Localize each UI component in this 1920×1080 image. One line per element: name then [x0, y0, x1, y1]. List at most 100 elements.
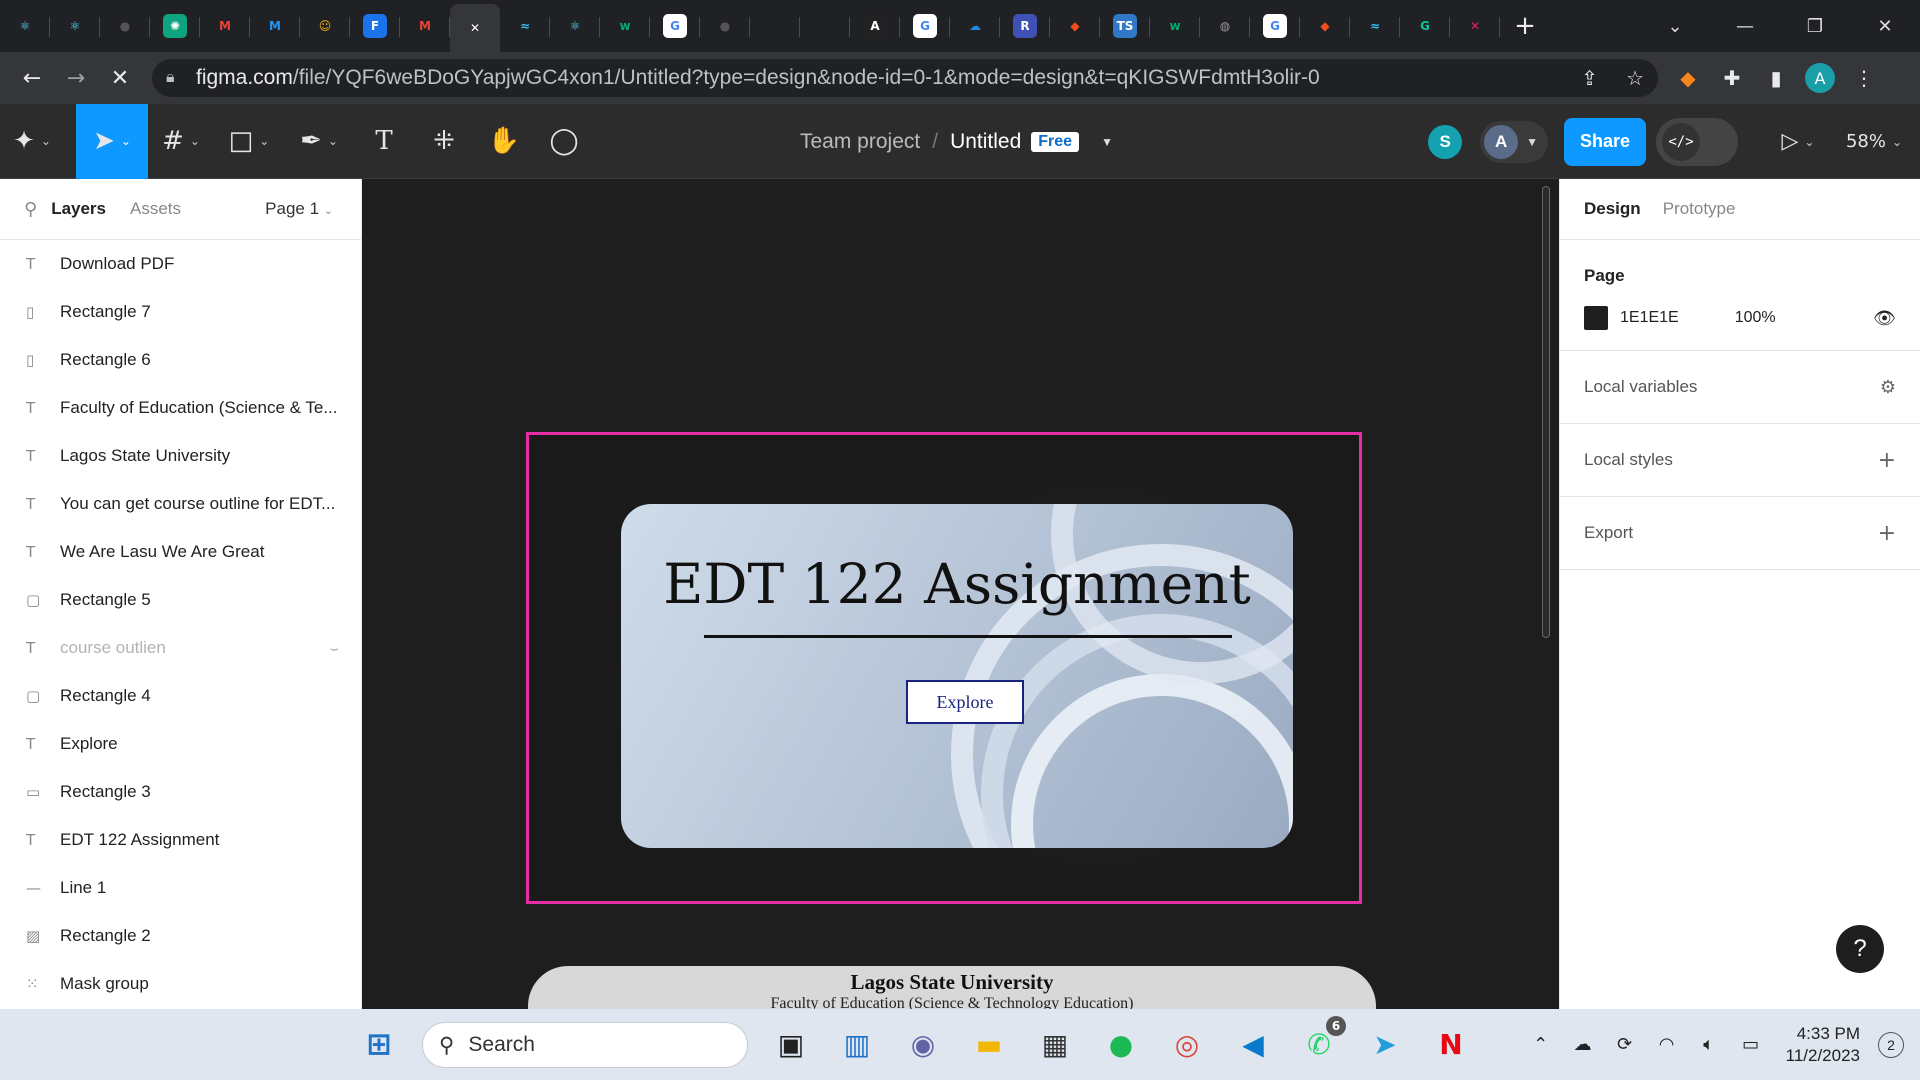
layer-row[interactable]: ▯ Rectangle 6 [0, 336, 361, 384]
back-button[interactable]: ← [12, 58, 52, 98]
browser-tab[interactable]: A [850, 5, 900, 47]
eye-icon[interactable]: 👁︎ [1873, 308, 1896, 329]
move-tool-button[interactable]: ➤ ⌄ [76, 103, 148, 179]
browser-menu-icon[interactable]: ⋮ [1842, 58, 1886, 98]
chevron-up-icon[interactable]: ⌃ [1520, 1034, 1562, 1055]
taskbar-search[interactable]: ⚲ Search [422, 1021, 748, 1068]
browser-tab[interactable]: M [400, 5, 450, 47]
file-name[interactable]: Untitled [950, 130, 1021, 154]
wifi-icon[interactable]: ◠ [1646, 1034, 1688, 1055]
tab-design[interactable]: Design [1584, 199, 1641, 219]
page-selector[interactable]: Page 1 ⌄ [265, 199, 333, 219]
title-underline[interactable] [704, 635, 1232, 638]
layer-row[interactable]: T Faculty of Education (Science & Te... [0, 384, 361, 432]
browser-tab[interactable]: F [350, 5, 400, 47]
layer-row[interactable]: ▨ Rectangle 2 [0, 912, 361, 960]
help-button[interactable]: ? [1836, 925, 1884, 973]
browser-tab[interactable]: ✺ [150, 5, 200, 47]
netflix-app-button[interactable]: N [1428, 1022, 1474, 1068]
telegram-app-button[interactable]: ➤ [1362, 1022, 1408, 1068]
page-color-swatch[interactable] [1584, 306, 1608, 330]
browser-tab[interactable]: ✕ [1450, 5, 1500, 47]
clock[interactable]: 4:33 PM 11/2/2023 [1786, 1023, 1860, 1067]
page-color-hex[interactable]: 1E1E1E [1620, 309, 1679, 327]
browser-tab[interactable]: ☁ [950, 5, 1000, 47]
browser-tab[interactable]: ● [100, 5, 150, 47]
layer-row[interactable]: ⁙ Mask group [0, 960, 361, 1008]
resources-tool-button[interactable]: ⁜ [414, 104, 474, 179]
layer-row[interactable]: Tcourse outlien ⌣ [0, 624, 361, 672]
zoom-menu[interactable]: 58% ⌄ [1834, 104, 1914, 179]
plus-icon[interactable]: + [1878, 521, 1896, 546]
browser-tab[interactable]: ≈ [1350, 5, 1400, 47]
browser-tab[interactable]: ⚛ [0, 5, 50, 47]
browser-tab[interactable]: G [900, 5, 950, 47]
search-icon[interactable]: ⚲ [24, 199, 37, 220]
vscode-app-button[interactable]: ◀ [1230, 1022, 1276, 1068]
browser-tab[interactable]: w [1150, 5, 1200, 47]
browser-tab[interactable]: ● [700, 5, 750, 47]
share-page-icon[interactable]: ⇪ [1581, 66, 1598, 90]
eye-closed-icon[interactable]: ⌣ [330, 640, 339, 657]
comment-tool-button[interactable]: ◯ [534, 104, 594, 179]
browser-tab[interactable] [800, 5, 850, 47]
bookmark-star-icon[interactable]: ☆ [1626, 66, 1644, 90]
layer-row[interactable]: T Explore [0, 720, 361, 768]
profile-button[interactable]: A [1798, 58, 1842, 98]
browser-tab[interactable]: ⚛ [550, 5, 600, 47]
team-project-link[interactable]: Team project [800, 130, 920, 154]
side-panel-icon[interactable]: ▮ [1754, 58, 1798, 98]
browser-tab[interactable]: R [1000, 5, 1050, 47]
browser-tab[interactable]: G [1250, 5, 1300, 47]
card-title[interactable]: EDT 122 Assignment [621, 552, 1293, 616]
hero-card[interactable]: EDT 122 Assignment Explore [621, 504, 1293, 848]
onedrive-icon[interactable]: ☁ [1562, 1034, 1604, 1055]
design-canvas[interactable]: EDT 122 Assignment Explore Lagos State U… [362, 179, 1559, 1009]
shape-tool-button[interactable]: □ ⌄ [214, 104, 284, 179]
user-avatar-menu[interactable]: A ▼ [1480, 120, 1548, 163]
browser-tab[interactable]: ☺ [300, 5, 350, 47]
layer-row[interactable]: T EDT 122 Assignment [0, 816, 361, 864]
chrome-app-button[interactable]: ◎ [1164, 1022, 1210, 1068]
plus-icon[interactable]: + [1878, 448, 1896, 473]
sliders-icon[interactable]: ⚙ [1880, 377, 1896, 398]
layer-row[interactable]: T You can get course outline for EDT... [0, 480, 361, 528]
sync-icon[interactable]: ⟳ [1604, 1034, 1646, 1055]
layer-row[interactable]: ▯ Rectangle 7 [0, 288, 361, 336]
layer-row[interactable]: ▭ Rectangle 3 [0, 768, 361, 816]
restore-button[interactable]: ❐ [1780, 0, 1850, 52]
layer-row[interactable]: ▢ Rectangle 5 [0, 576, 361, 624]
browser-tab[interactable]: ⚛ [50, 5, 100, 47]
export-row[interactable]: Export + [1560, 497, 1920, 570]
widgets-app-button[interactable]: ▥ [834, 1022, 880, 1068]
spotify-app-button[interactable]: ● [1098, 1022, 1144, 1068]
canvas-vertical-scrollbar[interactable] [1542, 186, 1550, 638]
forward-button[interactable]: → [56, 58, 96, 98]
browser-tab[interactable]: ◍ [1200, 5, 1250, 47]
url-field[interactable]: 🔒︎ figma.com/file/YQF6weBDoGYapjwGC4xon1… [152, 59, 1658, 97]
pen-tool-button[interactable]: ✒ ⌄ [284, 104, 354, 179]
layer-row[interactable]: T Lagos State University [0, 432, 361, 480]
tab-layers[interactable]: Layers [51, 199, 106, 219]
tab-prototype[interactable]: Prototype [1663, 199, 1736, 219]
browser-tab[interactable]: ≈ [500, 5, 550, 47]
text-tool-button[interactable]: T [354, 104, 414, 179]
local-variables-row[interactable]: Local variables ⚙ [1560, 351, 1920, 424]
volume-icon[interactable]: 🔈︎ [1688, 1034, 1730, 1055]
extensions-puzzle-icon[interactable]: ✚ [1710, 58, 1754, 98]
page-opacity[interactable]: 100% [1735, 309, 1776, 327]
layer-row[interactable]: T Download PDF [0, 240, 361, 288]
browser-tab[interactable]: M [250, 5, 300, 47]
collaborator-avatar-s[interactable]: S [1428, 124, 1463, 159]
browser-tab[interactable]: ✕ [450, 4, 500, 52]
layer-row[interactable]: T We Are Lasu We Are Great [0, 528, 361, 576]
notification-count[interactable]: 2 [1878, 1031, 1904, 1058]
browser-tab[interactable]: M [200, 5, 250, 47]
file-menu-chevron-icon[interactable]: ▼ [1101, 135, 1113, 149]
close-window-button[interactable]: ✕ [1850, 0, 1920, 52]
hand-tool-button[interactable]: ✋ [474, 104, 534, 179]
browser-tab[interactable]: w [600, 5, 650, 47]
share-button[interactable]: Share [1564, 117, 1646, 166]
browser-tab[interactable]: G [650, 5, 700, 47]
browser-tab[interactable] [750, 5, 800, 47]
